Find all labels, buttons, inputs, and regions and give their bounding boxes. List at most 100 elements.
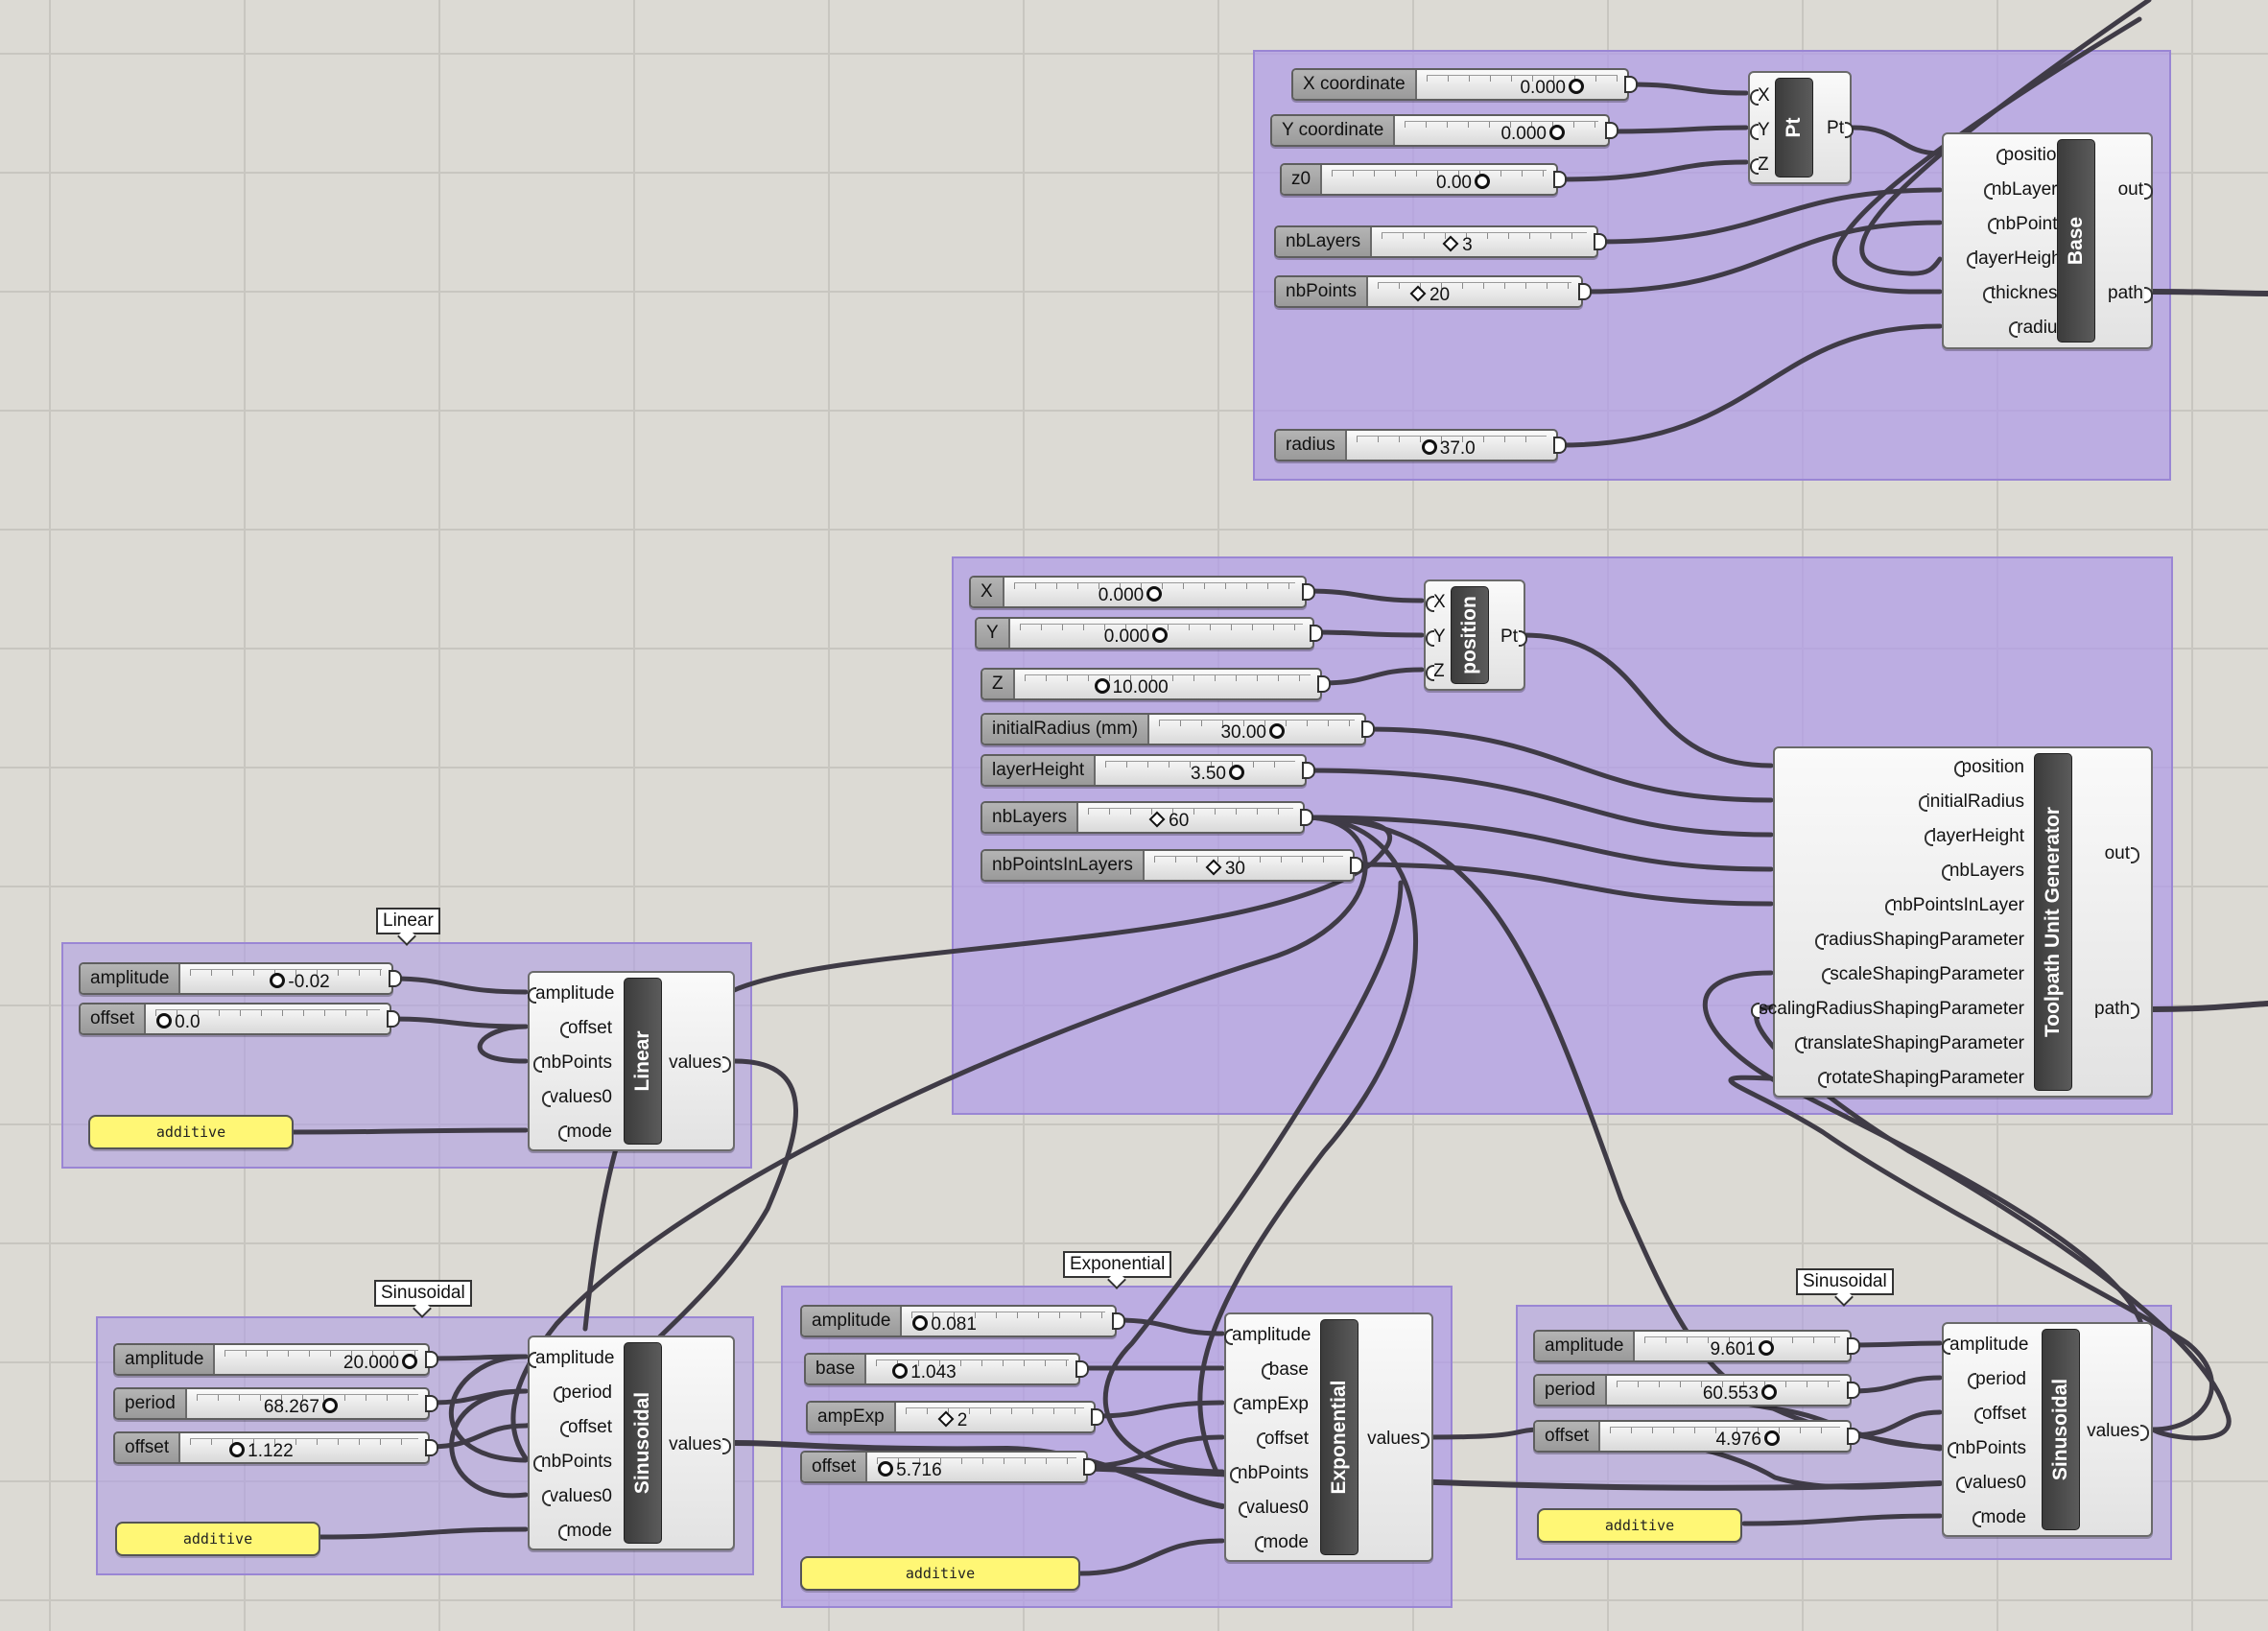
input-port-layerheight[interactable]: layerHeight [1924,819,2024,854]
input-port-rotateshapingparameter[interactable]: rotateShapingParameter [1817,1061,2024,1096]
slider-track[interactable]: -0.02 [190,969,382,992]
slider-knob-icon[interactable] [937,1410,955,1428]
ampexp-slider[interactable]: ampExp 2 [806,1401,1104,1433]
slider-knob-icon[interactable] [912,1315,929,1331]
nblayers-slider[interactable]: nbLayers 3 [1274,225,1607,258]
component-title-bar[interactable]: Base [2057,139,2095,343]
input-port-radiusshapingparameter[interactable]: radiusShapingParameter [1814,923,2024,957]
input-port-scalingradiusshapingparameter[interactable]: scalingRadiusShapingParameter [1751,992,2024,1027]
input-port-mode[interactable]: mode [1255,1525,1309,1560]
slider-knob-icon[interactable] [1094,678,1110,694]
sinusoidal-component[interactable]: amplitude period offset nbPoints values0… [527,1336,735,1550]
component-title-bar[interactable]: Linear [624,978,662,1145]
input-port-mode[interactable]: mode [1973,1501,2026,1535]
output-port[interactable] [425,1395,438,1412]
component-title-bar[interactable]: Pt [1775,78,1813,177]
slider-track[interactable]: 60 [1088,808,1293,831]
output-port-values[interactable]: values [669,1046,731,1080]
x-slider[interactable]: X 0.000 [969,576,1315,608]
layerheight-slider[interactable]: layerHeight 3.50 [980,754,1315,787]
output-port[interactable] [1624,76,1638,93]
output-port-path[interactable]: path [2094,992,2139,1027]
slider-knob-icon[interactable] [321,1398,338,1413]
slider-knob-icon[interactable] [892,1363,909,1379]
amplitude-slider[interactable]: amplitude 0.081 [800,1305,1125,1337]
slider-knob-icon[interactable] [270,973,286,988]
z-slider[interactable]: Z 10.000 [980,668,1331,700]
input-port-amplitude[interactable]: amplitude [1223,1318,1311,1353]
output-port[interactable] [1300,809,1313,826]
slider-track[interactable]: 20 [1377,282,1571,305]
input-port-thickness[interactable]: thickness [1982,276,2067,311]
slider-track[interactable]: 0.081 [911,1312,1105,1335]
output-port[interactable] [1302,583,1315,601]
input-port-position[interactable]: position [1953,750,2024,785]
output-port[interactable] [1310,625,1323,642]
slider-knob-icon[interactable] [1569,79,1584,94]
slider-track[interactable]: 5.716 [877,1457,1076,1480]
input-port-initialradius[interactable]: initialRadius [1918,785,2024,819]
slider-track[interactable]: 60.553 [1616,1381,1840,1404]
slider-knob-icon[interactable] [229,1442,246,1457]
input-port-scaleshapingparameter[interactable]: scaleShapingParameter [1822,957,2024,992]
nbpoints-slider[interactable]: nbPoints 20 [1274,275,1592,308]
slider-track[interactable]: 37.0 [1356,436,1547,459]
output-port[interactable] [1553,171,1567,188]
output-port[interactable] [389,970,402,987]
output-port[interactable] [1594,233,1607,250]
slider-knob-icon[interactable] [1269,723,1285,739]
mode-panel[interactable]: additive [88,1115,294,1149]
input-port-nbpoints[interactable]: nbPoints [1988,207,2067,242]
slider-knob-icon[interactable] [1475,174,1490,189]
z0-slider[interactable]: z0 0.00 [1280,163,1567,196]
slider-track[interactable]: 0.00 [1332,170,1547,193]
output-port[interactable] [1847,1382,1860,1399]
offset-slider[interactable]: offset 4.976 [1533,1420,1860,1453]
slider-knob-icon[interactable] [878,1461,894,1477]
input-port-translateshapingparameter[interactable]: translateShapingParameter [1794,1027,2024,1061]
position-component[interactable]: X Y Z position Pt [1424,579,1527,691]
input-port-layerheight[interactable]: layerHeight [1966,242,2067,276]
slider-knob-icon[interactable] [1148,811,1166,828]
component-title-bar[interactable]: position [1451,586,1489,684]
output-port-pt[interactable]: Pt [1827,111,1854,146]
input-port-offset[interactable]: offset [559,1410,612,1445]
slider-track[interactable]: 1.043 [876,1359,1069,1383]
input-port-nbpoints[interactable]: nbPoints [533,1445,612,1479]
base-slider[interactable]: base 1.043 [804,1353,1089,1385]
input-port-values0[interactable]: values0 [1955,1466,2026,1501]
output-port-values[interactable]: values [1367,1422,1429,1456]
slider-track[interactable]: 0.000 [1019,624,1303,647]
period-slider[interactable]: period 60.553 [1533,1374,1860,1406]
input-port-offset[interactable]: offset [1973,1397,2026,1431]
slider-knob-icon[interactable] [1146,586,1163,602]
output-port[interactable] [1112,1312,1125,1330]
output-port[interactable] [1361,721,1375,738]
slider-knob-icon[interactable] [1759,1340,1774,1356]
input-port-x[interactable]: X [1750,79,1770,113]
output-port-values[interactable]: values [2087,1414,2149,1449]
output-port[interactable] [1083,1458,1097,1476]
input-port-amplitude[interactable]: amplitude [527,977,614,1011]
input-port-y[interactable]: Y [1750,113,1770,148]
slider-track[interactable]: 3.50 [1105,761,1295,784]
mode-panel[interactable]: additive [115,1522,320,1556]
component-title-bar[interactable]: Toolpath Unit Generator [2034,753,2072,1091]
mode-panel[interactable]: additive [800,1556,1080,1591]
output-port[interactable] [1302,762,1315,779]
input-port-offset[interactable]: offset [1256,1422,1309,1456]
y-coordinate-slider[interactable]: Y coordinate 0.000 [1270,114,1618,147]
slider-track[interactable]: 4.976 [1610,1427,1840,1450]
input-port-x[interactable]: X [1426,585,1446,620]
output-port[interactable] [1553,437,1567,454]
output-port-pt[interactable]: Pt [1500,620,1527,654]
slider-knob-icon[interactable] [156,1013,173,1028]
output-port[interactable] [1578,283,1592,300]
input-port-nblayers[interactable]: nbLayers [1983,173,2067,207]
input-port-nblayers[interactable]: nbLayers [1941,854,2024,888]
offset-slider[interactable]: offset 0.0 [79,1003,400,1035]
input-port-values0[interactable]: values0 [541,1080,612,1115]
x-coordinate-slider[interactable]: X coordinate 0.000 [1291,68,1638,101]
output-port-path[interactable]: path [2108,276,2153,311]
slider-knob-icon[interactable] [402,1354,417,1369]
